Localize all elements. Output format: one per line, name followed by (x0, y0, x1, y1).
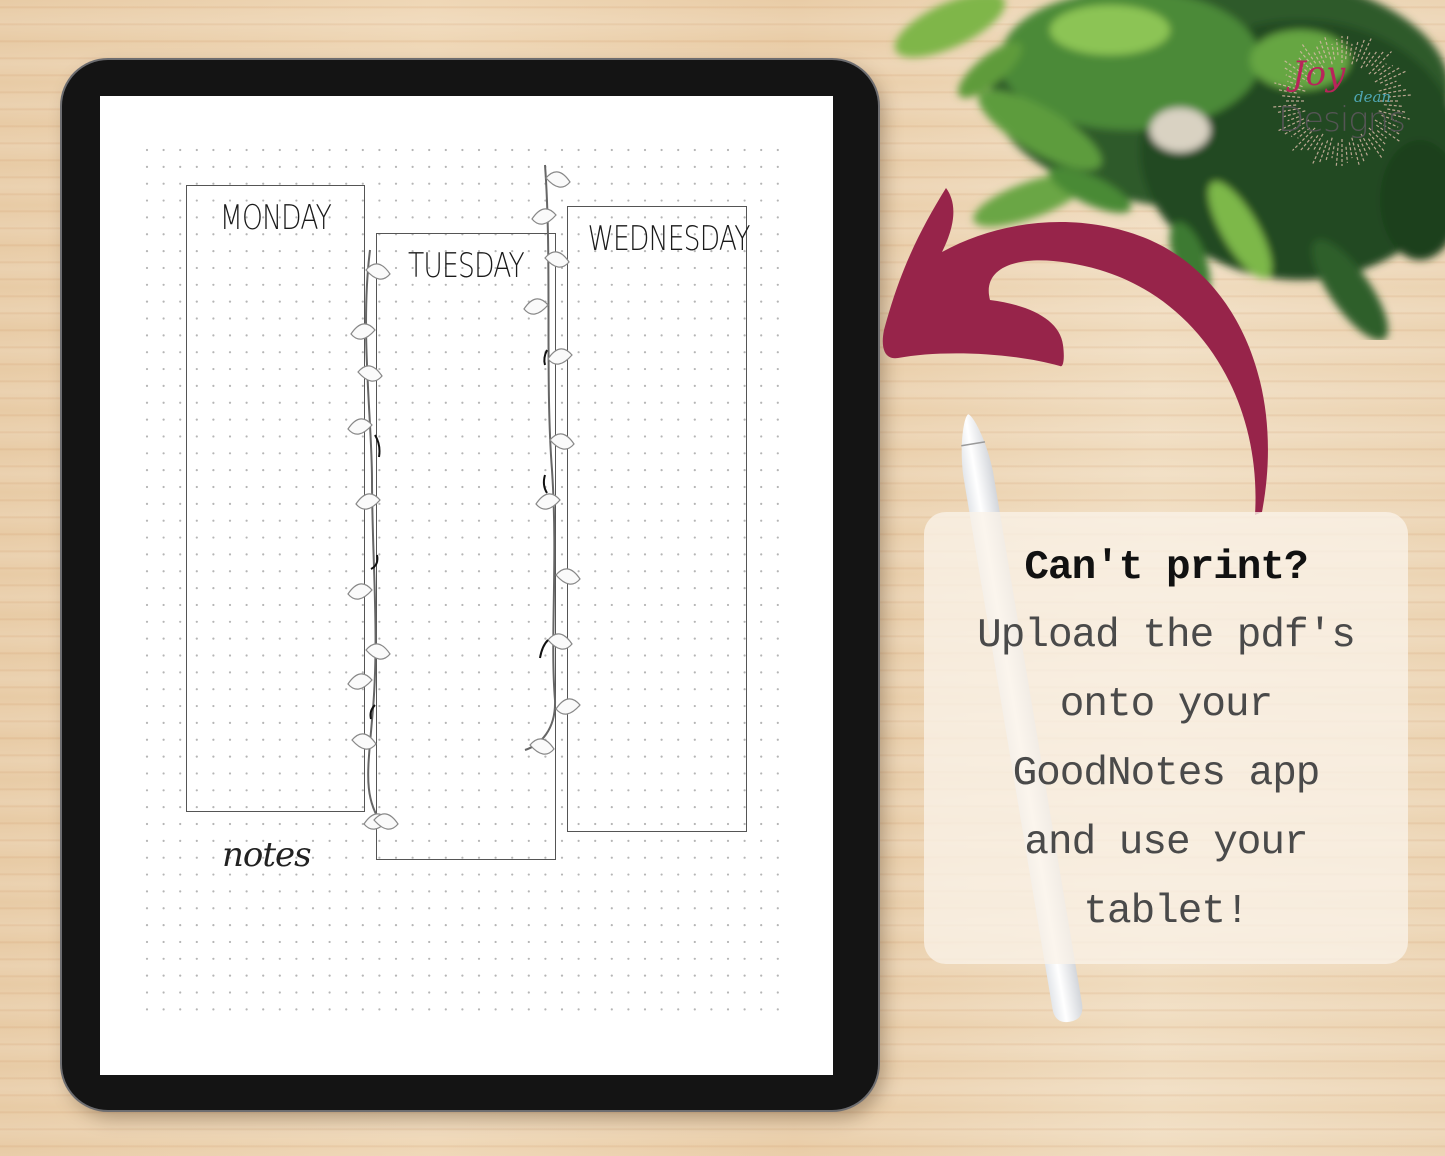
wednesday-label: WEDNESDAY (587, 219, 751, 259)
tuesday-label: TUESDAY (407, 246, 525, 286)
callout-line: tablet! (1083, 889, 1249, 935)
logo-designs: Designs (1278, 100, 1406, 140)
callout-line: and use your (1024, 820, 1308, 866)
callout-line: onto your (1059, 682, 1273, 728)
callout-heading: Can't print? (1024, 545, 1308, 591)
callout-line: GoodNotes app (1012, 751, 1321, 797)
wednesday-column[interactable]: WEDNESDAY (567, 206, 751, 832)
monday-label: MONDAY (219, 198, 332, 238)
tuesday-column[interactable]: TUESDAY (376, 233, 556, 860)
notes-label: notes (222, 835, 312, 875)
brand-logo: Joy dean Designs (1262, 36, 1422, 166)
callout-box: Can't print? Upload the pdf's onto your … (924, 512, 1408, 964)
monday-column[interactable]: MONDAY (186, 185, 365, 812)
callout-line: Upload the pdf's (977, 613, 1356, 659)
logo-joy: Joy (1292, 54, 1346, 94)
